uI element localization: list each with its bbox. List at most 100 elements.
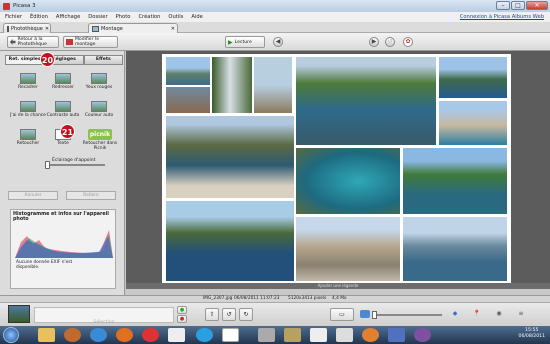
montage-photo[interactable] (296, 57, 436, 145)
zoom-slider[interactable] (372, 311, 442, 319)
close-button[interactable]: ✕ (526, 1, 548, 10)
location-pin-icon[interactable]: 📍 (470, 308, 484, 321)
fill-light-slider-handle[interactable] (45, 161, 50, 169)
menu-folder[interactable]: Dossier (88, 14, 107, 20)
selection-tray[interactable]: Sélection (34, 307, 174, 325)
firefox-taskbar-icon[interactable] (116, 328, 133, 342)
app-taskbar-icon[interactable] (414, 328, 431, 342)
properties-icon[interactable]: ≡ (514, 308, 528, 321)
red-eye-tool[interactable]: Yeux rouges (80, 73, 118, 93)
color-wheel-button[interactable]: ✿ (403, 37, 413, 47)
auto-color-tool[interactable]: Couleur auto (80, 101, 118, 121)
rotate-left-button[interactable]: ↺ (385, 37, 395, 47)
minimize-button[interactable]: – (496, 1, 510, 10)
maximize-button[interactable]: □ (511, 1, 525, 10)
title-bar: Picasa 3 – □ ✕ (0, 0, 550, 12)
picnik-logo: picnik (88, 129, 112, 140)
explorer-taskbar-icon[interactable] (38, 328, 55, 342)
app-taskbar-icon[interactable] (336, 328, 353, 342)
selected-thumbnail[interactable] (8, 305, 30, 323)
start-button[interactable] (3, 327, 19, 343)
upload-button[interactable]: ⇧ (205, 308, 219, 321)
tab-montage[interactable]: Montage ✕ (88, 23, 178, 33)
montage-sheet[interactable] (162, 54, 511, 285)
montage-photo[interactable] (403, 148, 507, 214)
menu-photo[interactable]: Photo (116, 14, 131, 20)
tab-effects[interactable]: Effets (83, 55, 123, 65)
menu-help[interactable]: Aide (191, 14, 202, 20)
notepad-taskbar-icon[interactable] (310, 328, 327, 342)
histogram-box: Histogramme et infos sur l'appareil phot… (10, 209, 116, 289)
undo-button[interactable]: Annuler (8, 191, 58, 200)
play-button[interactable]: ▶ Lecture (225, 36, 265, 48)
app-taskbar-icon[interactable] (388, 328, 405, 342)
tab-montage-label: Montage (101, 25, 123, 32)
word-taskbar-icon[interactable] (168, 328, 185, 342)
view-toggle-button[interactable]: ▭ (330, 308, 354, 321)
montage-photo[interactable] (296, 217, 400, 281)
montage-photo[interactable] (439, 101, 507, 145)
ie-taskbar-icon[interactable] (90, 328, 107, 342)
menu-file[interactable]: Fichier (5, 14, 22, 20)
fill-light-slider[interactable] (45, 161, 105, 169)
rotate-left-button[interactable]: ↺ (222, 308, 236, 321)
rotate-right-button[interactable]: ↻ (239, 308, 253, 321)
albums-login-link[interactable]: Connexion à Picasa Albums Web (460, 14, 544, 20)
info-bar: IMG_2307.jpg 06/08/2011 11:07:23 5120x34… (0, 295, 550, 302)
lucky-icon (20, 101, 36, 112)
tab-close-icon[interactable]: ✕ (45, 26, 49, 32)
tab-library[interactable]: Photothèque ✕ (3, 23, 51, 33)
menu-create[interactable]: Création (138, 14, 160, 20)
auto-contrast-tool[interactable]: Contraste auto (44, 101, 82, 121)
montage-photo[interactable] (254, 57, 292, 113)
edit-montage-button[interactable]: Modifier le montage (63, 36, 118, 48)
folder-taskbar-icon[interactable] (284, 328, 301, 342)
media-player-taskbar-icon[interactable] (64, 328, 81, 342)
panel-tabs: Ret. simples Réglages Effets (5, 55, 123, 65)
feeling-lucky-tool[interactable]: J'ai de la chance (9, 101, 47, 121)
previous-button[interactable]: ◀ (273, 37, 283, 47)
play-icon: ▶ (228, 38, 233, 46)
montage-photo[interactable] (166, 57, 210, 85)
zoom-slider-handle[interactable] (372, 311, 377, 319)
montage-photo[interactable] (166, 116, 294, 198)
caption-bar[interactable]: Ajouter une légende (126, 283, 550, 289)
next-button[interactable]: ▶ (369, 37, 379, 47)
clear-icon[interactable]: ● (177, 315, 187, 323)
text-label: Texte (57, 141, 69, 146)
hold-icon[interactable]: ● (177, 306, 187, 314)
people-icon[interactable]: ◉ (492, 308, 506, 321)
menu-view[interactable]: Affichage (56, 14, 80, 20)
auto-contrast-label: Contraste auto (46, 113, 80, 118)
picasa-taskbar-icon[interactable] (222, 328, 239, 342)
montage-photo[interactable] (212, 57, 252, 113)
montage-photo[interactable] (166, 201, 294, 281)
redo-button[interactable]: Refaire (66, 191, 116, 200)
montage-photo[interactable] (296, 148, 400, 214)
zoom-out-icon[interactable] (360, 310, 370, 318)
menu-edit[interactable]: Édition (30, 14, 48, 20)
menu-tools[interactable]: Outils (168, 14, 183, 20)
chrome-taskbar-icon[interactable] (142, 328, 159, 342)
picnik-tool[interactable]: picnik Retoucher dans Picnik (78, 129, 122, 151)
lucky-label: J'ai de la chance (10, 113, 46, 118)
tab-close-icon[interactable]: ✕ (171, 26, 175, 32)
montage-photo[interactable] (166, 87, 210, 113)
crop-tool[interactable]: Recadrer (9, 73, 47, 93)
skype-taskbar-icon[interactable] (196, 328, 213, 342)
back-to-library-button[interactable]: Retour à la Photothèque (7, 36, 59, 48)
system-clock[interactable]: 15:55 06/08/2011 (519, 328, 545, 340)
montage-edit-icon (66, 39, 73, 45)
histogram-chart (15, 230, 113, 258)
montage-photo[interactable] (439, 57, 507, 98)
tag-icon[interactable]: ◆ (448, 308, 462, 321)
rotate-right-icon: ↻ (243, 311, 249, 318)
printer-taskbar-icon[interactable] (258, 328, 275, 342)
montage-photo[interactable] (403, 217, 507, 281)
straighten-tool[interactable]: Redresser (44, 73, 82, 93)
tab-basic-fixes[interactable]: Ret. simples (5, 55, 45, 65)
blogger-taskbar-icon[interactable] (362, 328, 379, 342)
red-eye-label: Yeux rouges (85, 85, 113, 90)
retouch-tool[interactable]: Retoucher (9, 129, 47, 149)
histogram-title: Histogramme et infos sur l'appareil phot… (13, 212, 109, 222)
